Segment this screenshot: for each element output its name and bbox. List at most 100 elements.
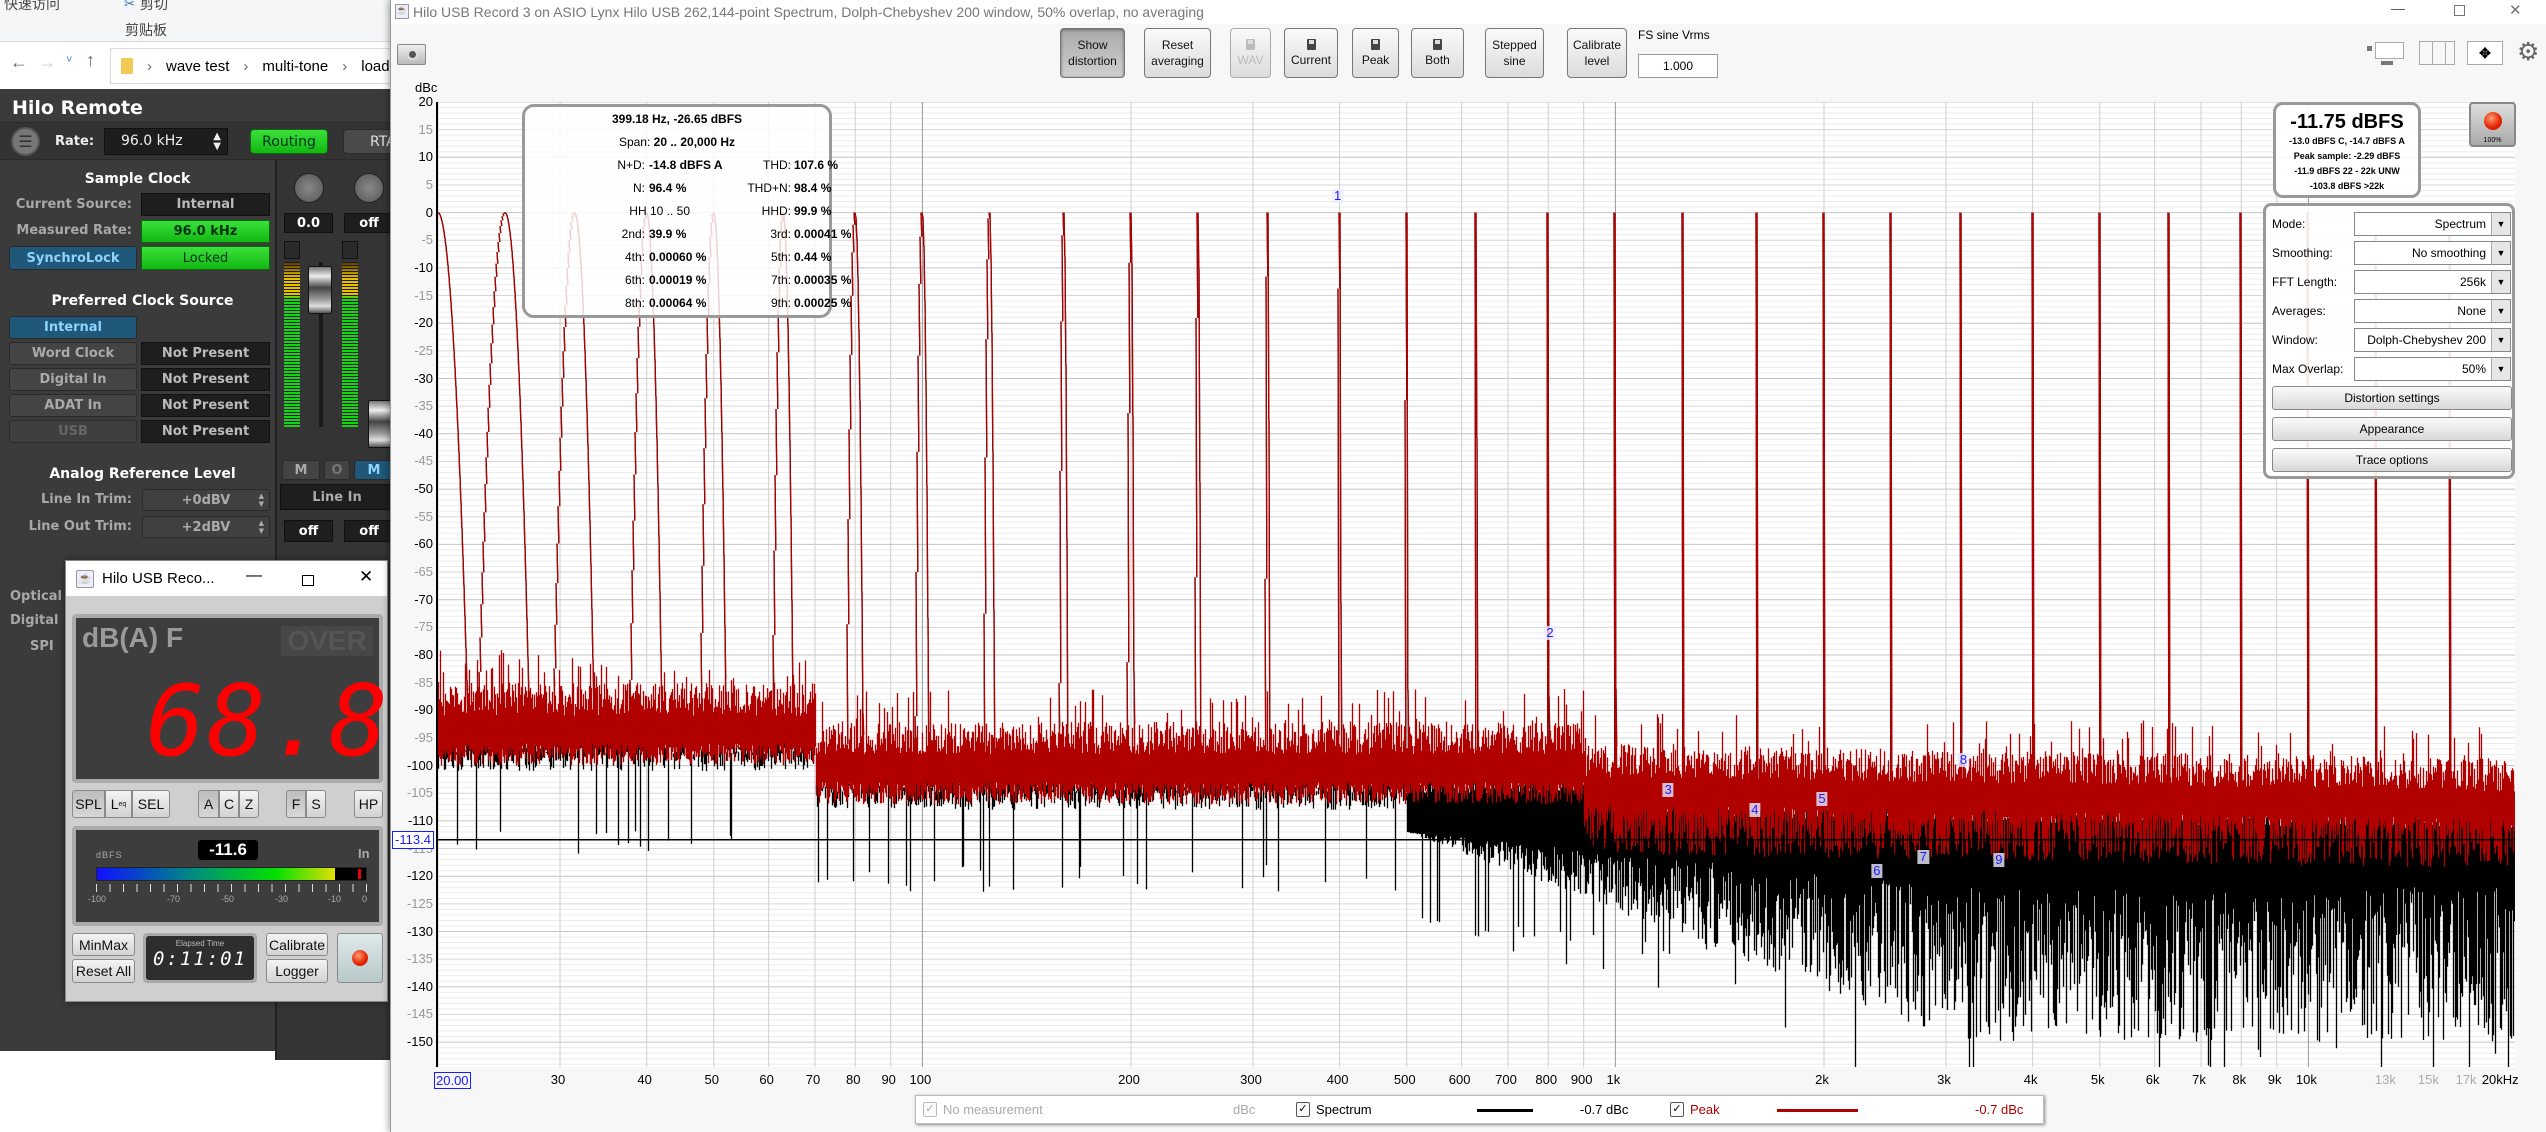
x-tick-label: 700: [1495, 1072, 1517, 1087]
clock-internal-button[interactable]: Internal: [9, 316, 137, 339]
breadcrumb[interactable]: › wave test › multi-tone › load: [110, 48, 392, 84]
harmonic-marker[interactable]: 8: [1957, 753, 1970, 768]
record-button[interactable]: [337, 933, 383, 983]
save-wav-button[interactable]: WAV: [1230, 28, 1271, 78]
solo-button[interactable]: O: [324, 460, 350, 480]
clock-usb-button[interactable]: USB: [9, 420, 137, 443]
y-tick-label: 0: [425, 204, 433, 220]
up-arrow-icon[interactable]: ↑: [86, 50, 95, 71]
close-icon[interactable]: ✕: [2509, 1, 2522, 19]
appearance-button[interactable]: Appearance: [2272, 417, 2512, 441]
forward-arrow-icon[interactable]: →: [38, 52, 56, 73]
harmonic-marker[interactable]: 9: [1993, 852, 2005, 867]
setting-value: No smoothing: [2411, 246, 2486, 260]
fs-sine-vrms-input[interactable]: [1638, 54, 1718, 78]
c-weight-button[interactable]: C: [219, 790, 239, 818]
minimize-icon[interactable]: —: [246, 567, 262, 585]
info-label: 4th:: [624, 250, 645, 264]
save-current-button[interactable]: Current: [1284, 28, 1338, 78]
breadcrumb-item[interactable]: multi-tone: [262, 58, 328, 75]
mute-button[interactable]: M: [282, 460, 320, 480]
setting-dropdown[interactable]: Dolph-Chebyshev 200 ▼: [2354, 328, 2511, 352]
spl-meter-titlebar[interactable]: ☕ Hilo USB Reco... — ✕: [66, 561, 387, 596]
setting-dropdown[interactable]: No smoothing ▼: [2354, 241, 2511, 265]
save-both-button[interactable]: Both: [1411, 28, 1464, 78]
recent-chevron-icon[interactable]: ˅: [66, 54, 72, 66]
save-peak-button[interactable]: Peak: [1352, 28, 1399, 78]
spl-meter-title: Hilo USB Reco...: [102, 570, 215, 587]
y-tick-label: -140: [406, 978, 433, 994]
spectrum-label: Spectrum: [1316, 1102, 1372, 1117]
camera-icon[interactable]: [397, 44, 426, 65]
hp-filter-button[interactable]: HP: [354, 790, 383, 818]
setting-dropdown[interactable]: Spectrum ▼: [2354, 212, 2511, 236]
reset-all-button[interactable]: Reset All: [72, 959, 135, 983]
setting-dropdown[interactable]: None ▼: [2354, 299, 2511, 323]
setting-dropdown[interactable]: 256k ▼: [2354, 270, 2511, 294]
routing-button[interactable]: Routing: [250, 129, 328, 154]
gear-icon[interactable]: ⚙: [2517, 40, 2539, 65]
input-level-percent: 100%: [2483, 137, 2502, 144]
pan-knob-1[interactable]: [294, 173, 324, 203]
clock-digital-in-button[interactable]: Digital In: [9, 368, 137, 391]
stepped-sine-button[interactable]: Stepped sine: [1485, 28, 1544, 78]
line-in-trim-select[interactable]: +0dBV ▲ ▼: [142, 489, 270, 511]
menu-icon[interactable]: ☰: [11, 127, 40, 156]
calibrate-button[interactable]: Calibrate: [266, 933, 328, 956]
leq-mode-button[interactable]: Leq: [105, 790, 132, 818]
breadcrumb-item[interactable]: load: [361, 58, 389, 75]
spectrum-checkbox[interactable]: ✓: [1296, 1102, 1310, 1117]
harmonic-marker[interactable]: 2: [1544, 625, 1556, 640]
z-weight-button[interactable]: Z: [239, 790, 259, 818]
harmonic-marker[interactable]: 1: [1331, 189, 1344, 203]
clock-adat-in-button[interactable]: ADAT In: [9, 394, 137, 417]
spl-mode-button[interactable]: SPL: [72, 790, 105, 818]
window-titlebar[interactable]: ☕ Hilo USB Record 3 on ASIO Lynx Hilo US…: [391, 0, 2546, 24]
breadcrumb-item[interactable]: wave test: [166, 58, 229, 75]
mute-button-2[interactable]: M: [354, 460, 394, 480]
calibrate-level-button[interactable]: Calibrate level: [1567, 28, 1627, 78]
distortion-settings-button[interactable]: Distortion settings: [2272, 386, 2512, 410]
maximize-icon[interactable]: [2454, 5, 2465, 16]
harmonic-marker[interactable]: 7: [1917, 849, 1929, 864]
close-icon[interactable]: ✕: [359, 567, 373, 587]
columns-layout-icon[interactable]: [2419, 41, 2455, 65]
digital-label: Digital: [10, 613, 59, 628]
slow-button[interactable]: S: [306, 790, 326, 818]
harmonic-marker[interactable]: 4: [1749, 802, 1761, 817]
clock-word-clock-button[interactable]: Word Clock: [9, 342, 137, 365]
quick-access-label[interactable]: 快速访问: [4, 0, 60, 14]
trace-options-button[interactable]: Trace options: [2272, 448, 2512, 472]
setting-dropdown[interactable]: 50% ▼: [2354, 357, 2511, 381]
graph-resize-icon[interactable]: [2367, 42, 2407, 66]
fast-button[interactable]: F: [286, 790, 306, 818]
pan-knob-2[interactable]: [354, 173, 384, 203]
rate-select[interactable]: 96.0 kHz ▲ ▼: [104, 128, 228, 155]
synchrolock-button[interactable]: SynchroLock: [9, 246, 137, 270]
peak-checkbox[interactable]: ✓: [1670, 1102, 1684, 1117]
no-measurement-checkbox[interactable]: ✓: [923, 1102, 937, 1117]
harmonic-marker[interactable]: 6: [1871, 863, 1883, 878]
input-source-select[interactable]: Line In: [280, 484, 394, 510]
pan-arrows-icon[interactable]: ✥: [2467, 41, 2503, 65]
y-tick-label: -25: [414, 342, 433, 358]
back-arrow-icon[interactable]: ←: [10, 52, 28, 73]
x-tick-label: 50: [704, 1072, 719, 1087]
harmonic-marker[interactable]: 5: [1816, 791, 1828, 806]
y-tick-label: -75: [414, 619, 433, 635]
minmax-button[interactable]: MinMax: [72, 933, 135, 956]
chevron-down-icon: ▼: [2491, 213, 2510, 235]
maximize-icon[interactable]: [302, 575, 314, 586]
logger-button[interactable]: Logger: [266, 959, 328, 983]
cut-button[interactable]: 剪切: [140, 0, 168, 14]
fader-handle-2[interactable]: [368, 400, 392, 448]
line-out-trim-select[interactable]: +2dBV ▲ ▼: [142, 516, 270, 538]
minimize-icon[interactable]: —: [2391, 0, 2405, 16]
show-distortion-button[interactable]: Show distortion: [1060, 28, 1125, 78]
reset-averaging-button[interactable]: Reset averaging: [1144, 28, 1211, 78]
a-weight-button[interactable]: A: [198, 790, 219, 818]
capture-button[interactable]: 100%: [2469, 102, 2516, 147]
fader-handle-1[interactable]: [308, 266, 332, 314]
sel-mode-button[interactable]: SEL: [132, 790, 170, 818]
harmonic-marker[interactable]: 3: [1662, 783, 1674, 798]
